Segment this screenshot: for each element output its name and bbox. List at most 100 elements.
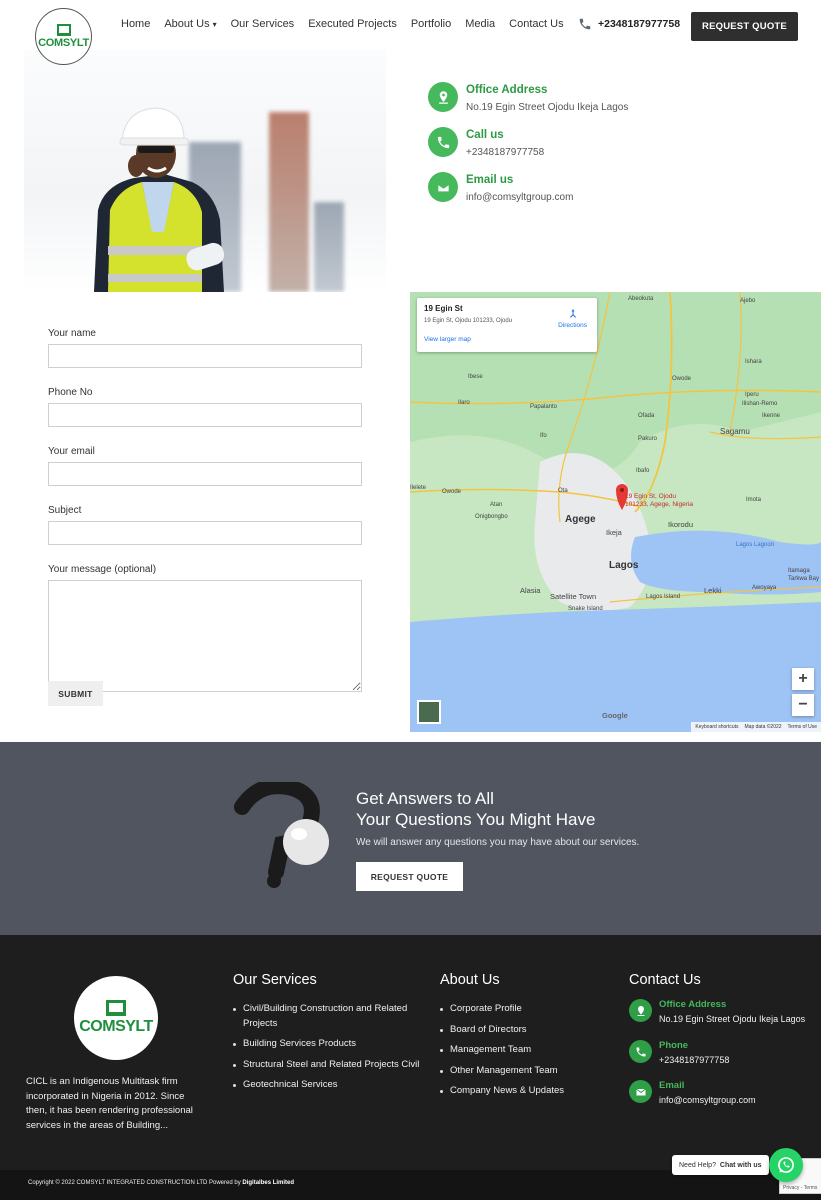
footer-about-link[interactable]: Company News & Updates [440, 1084, 610, 1099]
map-label: Ifo [540, 433, 547, 439]
chevron-down-icon: ▾ [212, 20, 217, 29]
map-label: Ilelete [410, 485, 427, 491]
nav-home[interactable]: Home [121, 18, 150, 30]
cta-subtitle: We will answer any questions you may hav… [356, 837, 640, 848]
footer-office-value: No.19 Egin Street Ojodu Ikeja Lagos [659, 1014, 806, 1024]
call-us-value[interactable]: +2348187977758 [466, 147, 544, 158]
phone-label: Phone No [48, 387, 93, 398]
keyboard-shortcuts-link[interactable]: Keyboard shortcuts [695, 724, 738, 730]
nav-contact-us[interactable]: Contact Us [509, 18, 563, 30]
footer-logo[interactable]: COMSYLT [74, 976, 158, 1060]
map-label: Tarkwa Bay [788, 576, 820, 582]
map-label: Lekki [704, 586, 722, 595]
map-label: Ibese [468, 374, 483, 380]
map-label: Satellite Town [550, 592, 597, 601]
footer-email: Email info@comsyltgroup.com [629, 1080, 756, 1105]
map-label: Lagos Island [646, 594, 681, 600]
header-phone-number: +2348187977758 [598, 18, 681, 30]
map-label: Ikeja [606, 528, 622, 537]
name-input[interactable] [48, 344, 362, 368]
nav-media[interactable]: Media [465, 18, 495, 30]
directions-button[interactable]: Directions [558, 308, 587, 329]
map-label: Imota [746, 497, 762, 503]
map-label: Iperu [745, 392, 759, 398]
directions-label: Directions [558, 322, 587, 329]
footer-service-link[interactable]: Structural Steel and Related Projects Ci… [233, 1058, 423, 1073]
logo-text: COMSYLT [38, 37, 89, 49]
map-pin-label: 19 Egin St, Ojodu [625, 493, 676, 500]
footer-about-link[interactable]: Corporate Profile [440, 1002, 610, 1017]
copyright-brand-link[interactable]: Digitalbes Limited [242, 1180, 294, 1186]
location-icon [629, 999, 652, 1022]
footer-service-link[interactable]: Building Services Products [233, 1037, 423, 1052]
map-canvas [410, 292, 821, 732]
nav-about-us-label: About Us [164, 18, 210, 30]
map-label: Lagos [609, 560, 639, 571]
terms-of-use-link[interactable]: Terms of Use [788, 724, 817, 730]
google-map[interactable]: Abeokuta Ajebo Ishara Owode Ibese Ilaro … [410, 292, 821, 732]
footer-contact-column: Contact Us [629, 972, 701, 1002]
email-us-block: Email us info@comsyltgroup.com [428, 172, 573, 203]
site-logo[interactable]: COMSYLT [35, 8, 92, 65]
map-place-card: 19 Egin St 19 Egin St, Ojodu 101233, Ojo… [417, 298, 597, 352]
footer-email-title: Email [659, 1080, 685, 1091]
zoom-out-button[interactable]: − [792, 694, 814, 716]
site-header: COMSYLT Home About Us ▾ Our Services Exec… [0, 0, 821, 65]
nav-executed-projects[interactable]: Executed Projects [308, 18, 397, 30]
whatsapp-icon [778, 1157, 794, 1173]
cta-request-quote-button[interactable]: REQUEST QUOTE [356, 862, 463, 891]
map-label: Ikorodu [668, 520, 694, 529]
email-us-value[interactable]: info@comsyltgroup.com [466, 192, 573, 203]
call-us-title: Call us [466, 129, 504, 141]
footer-office-address: Office Address No.19 Egin Street Ojodu Ik… [629, 999, 805, 1024]
office-address-block: Office Address No.19 Egin Street Ojodu I… [428, 82, 628, 113]
whatsapp-tooltip[interactable]: Need Help? Chat with us [672, 1155, 769, 1175]
site-footer: COMSYLT CICL is an Indigenous Multitask … [0, 935, 821, 1170]
message-label: Your message (optional) [48, 564, 157, 575]
map-label: Ilishan-Remo [742, 401, 778, 407]
phone-input[interactable] [48, 403, 362, 427]
map-label: Ilaro [458, 400, 470, 406]
footer-about-column: About Us Corporate Profile Board of Dire… [440, 972, 610, 1105]
map-label: Sagamu [720, 427, 750, 436]
zoom-in-button[interactable]: + [792, 668, 814, 690]
map-label: Atan [490, 502, 503, 508]
map-label: Alasia [520, 586, 541, 595]
footer-about-link[interactable]: Other Management Team [440, 1064, 610, 1079]
footer-service-link[interactable]: Geotechnical Services [233, 1078, 423, 1093]
email-input[interactable] [48, 462, 362, 486]
map-label: Abeokuta [628, 296, 654, 302]
header-phone[interactable]: +2348187977758 [578, 17, 680, 31]
nav-portfolio[interactable]: Portfolio [411, 18, 451, 30]
footer-about-link[interactable]: Board of Directors [440, 1023, 610, 1038]
email-us-title: Email us [466, 174, 514, 186]
map-label: Onigbongbo [475, 514, 508, 520]
whatsapp-chat-button[interactable] [769, 1148, 803, 1182]
map-label: Owode [442, 489, 462, 495]
footer-phone: Phone +2348187977758 [629, 1040, 729, 1065]
footer-phone-value[interactable]: +2348187977758 [659, 1055, 729, 1065]
map-label: Ikenne [762, 413, 781, 419]
nav-our-services[interactable]: Our Services [231, 18, 295, 30]
map-label: Agege [565, 514, 596, 525]
footer-service-link[interactable]: Civil/Building Construction and Related … [233, 1002, 423, 1031]
view-larger-map-link[interactable]: View larger map [424, 336, 590, 343]
mail-icon [629, 1080, 652, 1103]
footer-about-title: About Us [440, 972, 500, 988]
footer-email-value[interactable]: info@comsyltgroup.com [659, 1095, 756, 1105]
name-label: Your name [48, 328, 96, 339]
map-label: Awoyaya [752, 585, 777, 591]
submit-button[interactable]: SUBMIT [48, 681, 103, 706]
message-textarea[interactable] [48, 580, 362, 692]
cta-title-line-1: Get Answers to All [356, 789, 494, 808]
subject-input[interactable] [48, 521, 362, 545]
cta-title-line-2: Your Questions You Might Have [356, 810, 596, 829]
satellite-toggle-button[interactable] [417, 700, 441, 724]
directions-icon [569, 309, 576, 318]
nav-about-us[interactable]: About Us ▾ [164, 18, 216, 30]
footer-about-link[interactable]: Management Team [440, 1043, 610, 1058]
map-label: Pakuro [638, 436, 658, 442]
map-label: Lagos Lagoon [736, 542, 775, 548]
map-label: Snake Island [568, 606, 603, 612]
request-quote-button[interactable]: REQUEST QUOTE [691, 12, 798, 41]
